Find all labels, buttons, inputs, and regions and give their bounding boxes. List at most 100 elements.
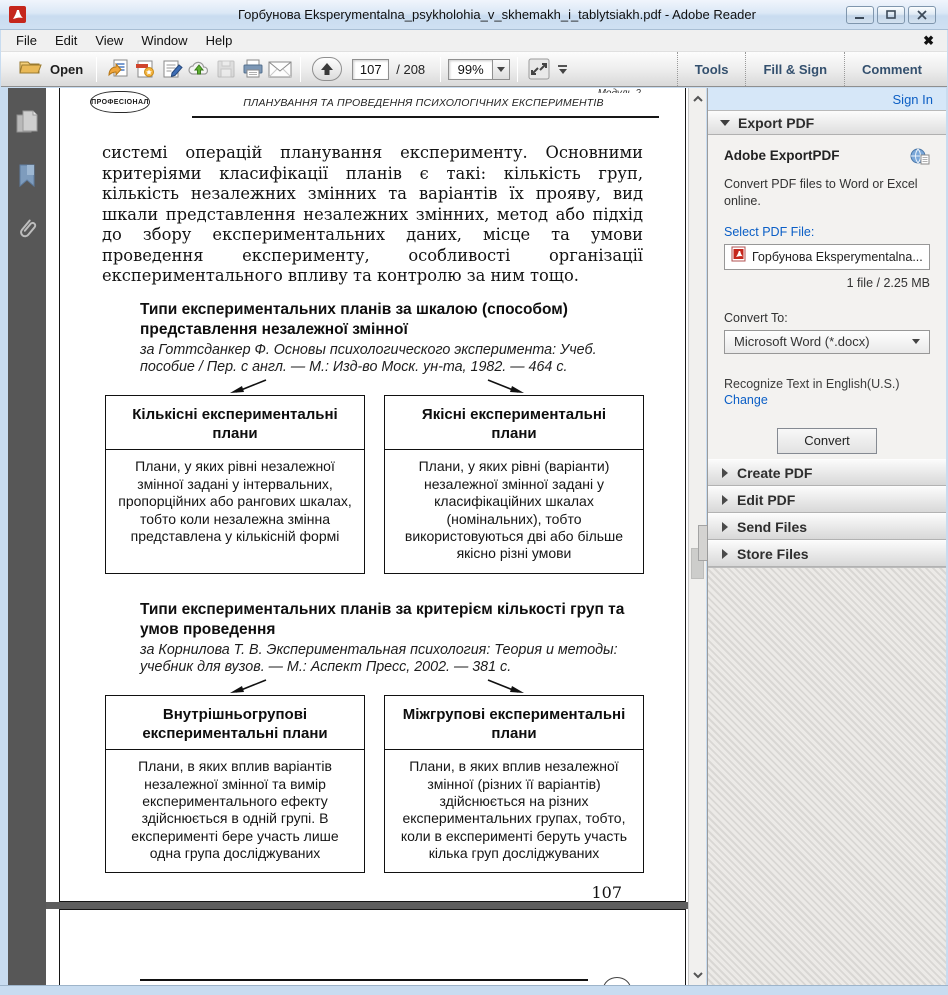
menu-file[interactable]: File — [7, 31, 46, 50]
window-bottom-border — [0, 985, 948, 995]
globe-document-icon — [909, 148, 930, 170]
open-button[interactable]: Open — [13, 58, 89, 80]
convert-format-dropdown[interactable]: Microsoft Word (*.docx) — [724, 330, 930, 354]
arrow-down-right-icon — [484, 378, 530, 396]
plan-box-body: Плани, у яких рівні (варіанти) незалежно… — [385, 450, 643, 572]
chevron-down-icon — [912, 339, 920, 344]
fill-sign-button[interactable]: Fill & Sign — [746, 62, 844, 77]
title-bar: Горбунова Eksperymentalna_psykholohia_v_… — [0, 0, 948, 30]
arrow-down-left-icon — [224, 678, 270, 696]
window-title: Горбунова Eksperymentalna_psykholohia_v_… — [238, 7, 756, 22]
minimize-button[interactable] — [846, 6, 874, 24]
toolbar-separator — [440, 57, 441, 82]
section-scale-types: Типи експериментальних планів за шкалою … — [60, 300, 685, 574]
sign-in-bar: Sign In — [708, 88, 946, 110]
page-number: 107 — [60, 883, 622, 902]
convert-to-label: Convert To: — [724, 311, 930, 325]
section-title: Типи експериментальних планів за шкалою … — [140, 300, 643, 341]
section-citation: за Корнилова Т. В. Экспериментальная пси… — [140, 642, 643, 677]
print-icon[interactable] — [239, 56, 266, 83]
save-icon[interactable] — [212, 56, 239, 83]
zoom-dropdown-button[interactable] — [492, 59, 510, 80]
selected-file-name: Горбунова Eksperymentalna... — [752, 250, 923, 264]
pane-collapse-handle[interactable] — [698, 525, 707, 561]
next-page-rule — [140, 979, 588, 981]
toolbar-separator — [300, 57, 301, 82]
toolbar-separator — [517, 57, 518, 82]
bookmarks-panel-icon[interactable] — [8, 156, 46, 196]
service-description: Convert PDF files to Word or Excel onlin… — [724, 176, 924, 210]
menu-window[interactable]: Window — [132, 31, 196, 50]
convert-button[interactable]: Convert — [777, 428, 877, 454]
convert-format-value: Microsoft Word (*.docx) — [734, 334, 870, 349]
navigation-pane — [8, 88, 46, 985]
edit-pdf-panel-header[interactable]: Edit PDF — [708, 486, 946, 513]
plan-box-qualitative: Якісні експериментальні плани Плани, у я… — [384, 395, 644, 574]
section-citation: за Готтсданкер Ф. Основы психологическог… — [140, 342, 643, 377]
plan-box-title: Кількісні експериментальні плани — [106, 396, 364, 450]
comment-button[interactable]: Comment — [845, 62, 939, 77]
open-button-label: Open — [50, 62, 83, 77]
chevron-right-icon — [722, 495, 728, 505]
file-size-label: 1 file / 2.25 MB — [724, 276, 930, 290]
store-files-panel-header[interactable]: Store Files — [708, 540, 946, 567]
toolbar-overflow-icon[interactable] — [558, 65, 567, 74]
scroll-up-icon[interactable] — [689, 90, 706, 106]
create-pdf-icon[interactable] — [131, 56, 158, 83]
menu-view[interactable]: View — [86, 31, 132, 50]
menu-close-icon[interactable]: ✖ — [923, 33, 934, 49]
edit-pdf-panel-title: Edit PDF — [737, 492, 795, 508]
plan-box-body: Плани, в яких вплив незалежної змінної (… — [385, 750, 643, 872]
header-rule — [192, 116, 659, 118]
menu-help[interactable]: Help — [197, 31, 242, 50]
page-number-input[interactable]: 107 — [352, 59, 389, 80]
fit-window-icon[interactable] — [525, 56, 552, 83]
plan-box-quantitative: Кількісні експериментальні плани Плани, … — [105, 395, 365, 574]
page-up-button[interactable] — [312, 57, 342, 81]
plan-box-title: Внутрішньогрупові експериментальні плани — [106, 696, 364, 750]
running-title: ПЛАНУВАННЯ ТА ПРОВЕДЕННЯ ПСИХОЛОГІЧНИХ Е… — [192, 97, 655, 109]
zoom-level-input[interactable]: 99% — [448, 59, 492, 80]
scroll-down-icon[interactable] — [689, 967, 706, 983]
create-pdf-panel-header[interactable]: Create PDF — [708, 459, 946, 486]
sign-in-link[interactable]: Sign In — [893, 92, 933, 107]
module-caption: Модуль 2 — [598, 88, 641, 93]
email-icon[interactable] — [266, 56, 293, 83]
pdf-page-107: ПРОФЕСІОНАЛ Модуль 2 ПЛАНУВАННЯ ТА ПРОВЕ… — [59, 88, 686, 902]
tools-button[interactable]: Tools — [678, 62, 746, 77]
tools-sidebar: Sign In Export PDF Adobe ExportPDF Conve… — [707, 88, 946, 985]
store-files-panel-title: Store Files — [737, 546, 809, 562]
arrows-row — [102, 377, 643, 395]
chevron-down-icon — [720, 120, 730, 126]
close-button[interactable] — [908, 6, 936, 24]
change-link[interactable]: Change — [724, 393, 768, 407]
send-files-panel-header[interactable]: Send Files — [708, 513, 946, 540]
pages-panel-icon[interactable] — [8, 102, 46, 142]
share-document-icon[interactable] — [104, 56, 131, 83]
page-up-icon — [320, 62, 334, 76]
export-pdf-panel-header[interactable]: Export PDF — [708, 110, 946, 135]
recognize-text-label: Recognize Text in English(U.S.) — [724, 377, 930, 391]
attachments-panel-icon[interactable] — [8, 210, 46, 250]
export-pdf-panel-content: Adobe ExportPDF Convert PDF files to Wor… — [708, 135, 946, 459]
next-page-logo — [603, 977, 631, 985]
export-pdf-panel-title: Export PDF — [738, 115, 814, 131]
selected-file-box[interactable]: Горбунова Eksperymentalna... — [724, 244, 930, 270]
restore-button[interactable] — [877, 6, 905, 24]
plan-box-within-group: Внутрішньогрупові експериментальні плани… — [105, 695, 365, 874]
arrows-row — [102, 677, 643, 695]
arrow-down-right-icon — [484, 678, 530, 696]
menu-bar: File Edit View Window Help ✖ — [1, 30, 947, 52]
plan-box-body: Плани, в яких вплив варіантів незалежної… — [106, 750, 364, 872]
sign-document-icon[interactable] — [158, 56, 185, 83]
pdf-page-108-preview — [59, 909, 686, 985]
create-pdf-panel-title: Create PDF — [737, 465, 812, 481]
arrow-down-left-icon — [224, 378, 270, 396]
chevron-right-icon — [722, 522, 728, 532]
open-folder-icon — [19, 58, 43, 80]
menu-edit[interactable]: Edit — [46, 31, 86, 50]
page-total-label: / 208 — [396, 62, 425, 77]
plan-box-between-group: Міжгрупові експериментальні плани Плани,… — [384, 695, 644, 874]
cloud-upload-icon[interactable] — [185, 56, 212, 83]
body-paragraph: системі операцій планування експерименту… — [102, 143, 643, 287]
